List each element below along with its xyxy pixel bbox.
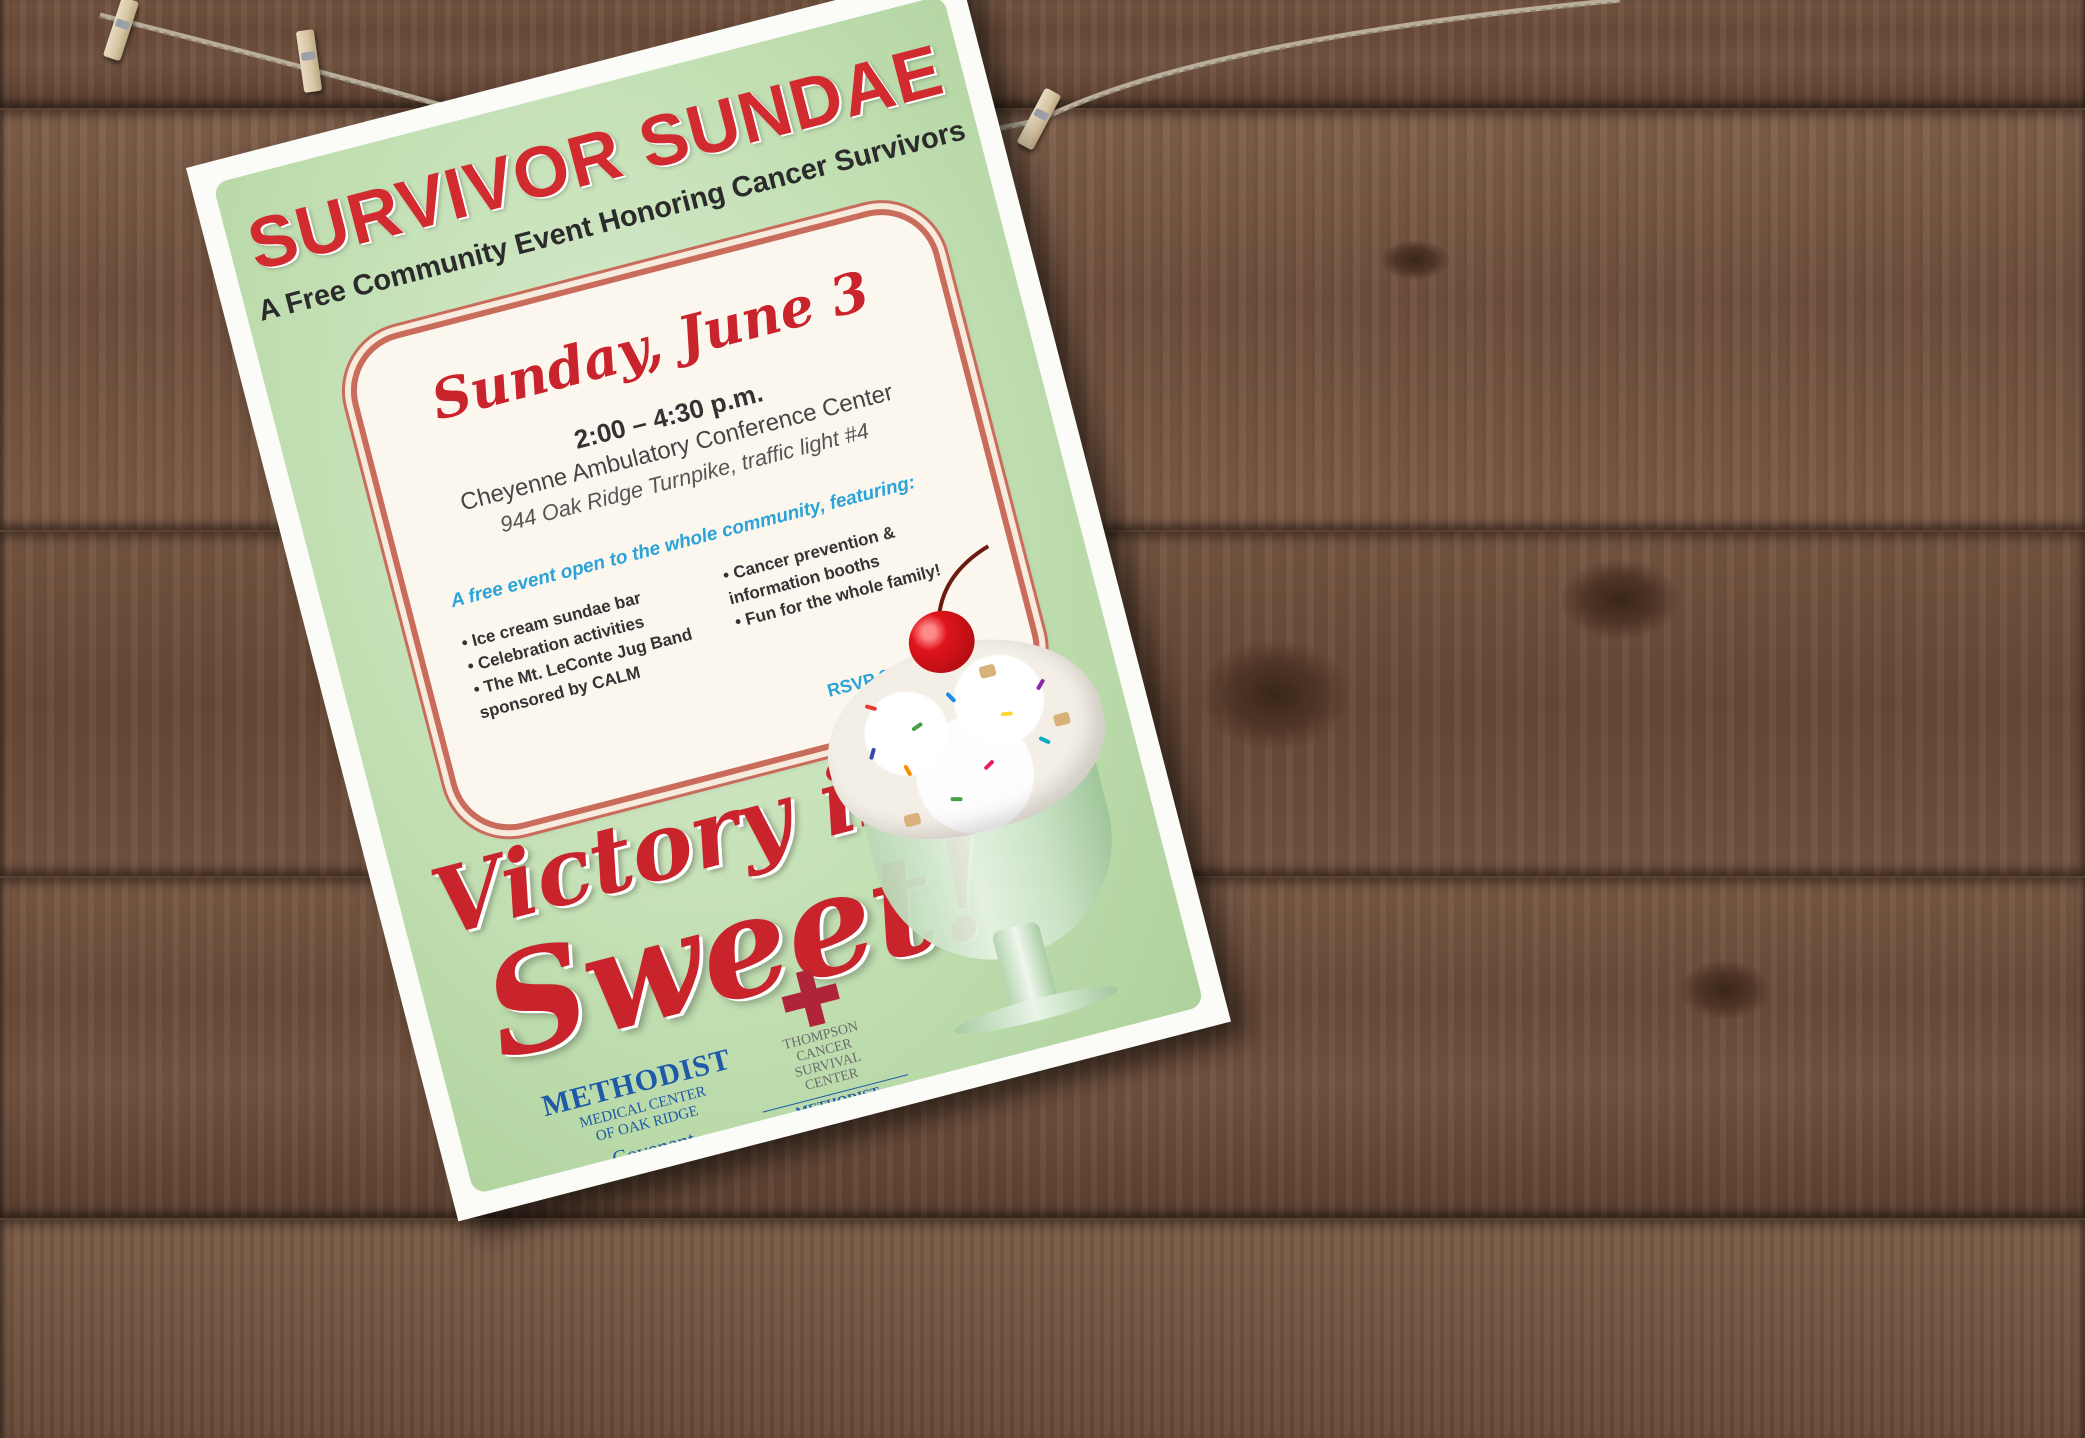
wood-knot <box>1200 640 1350 750</box>
wood-knot <box>1560 560 1680 640</box>
wood-plank <box>0 1220 2085 1438</box>
sprinkle <box>950 797 963 802</box>
wood-knot <box>1680 960 1770 1020</box>
cross-icon <box>777 964 845 1032</box>
